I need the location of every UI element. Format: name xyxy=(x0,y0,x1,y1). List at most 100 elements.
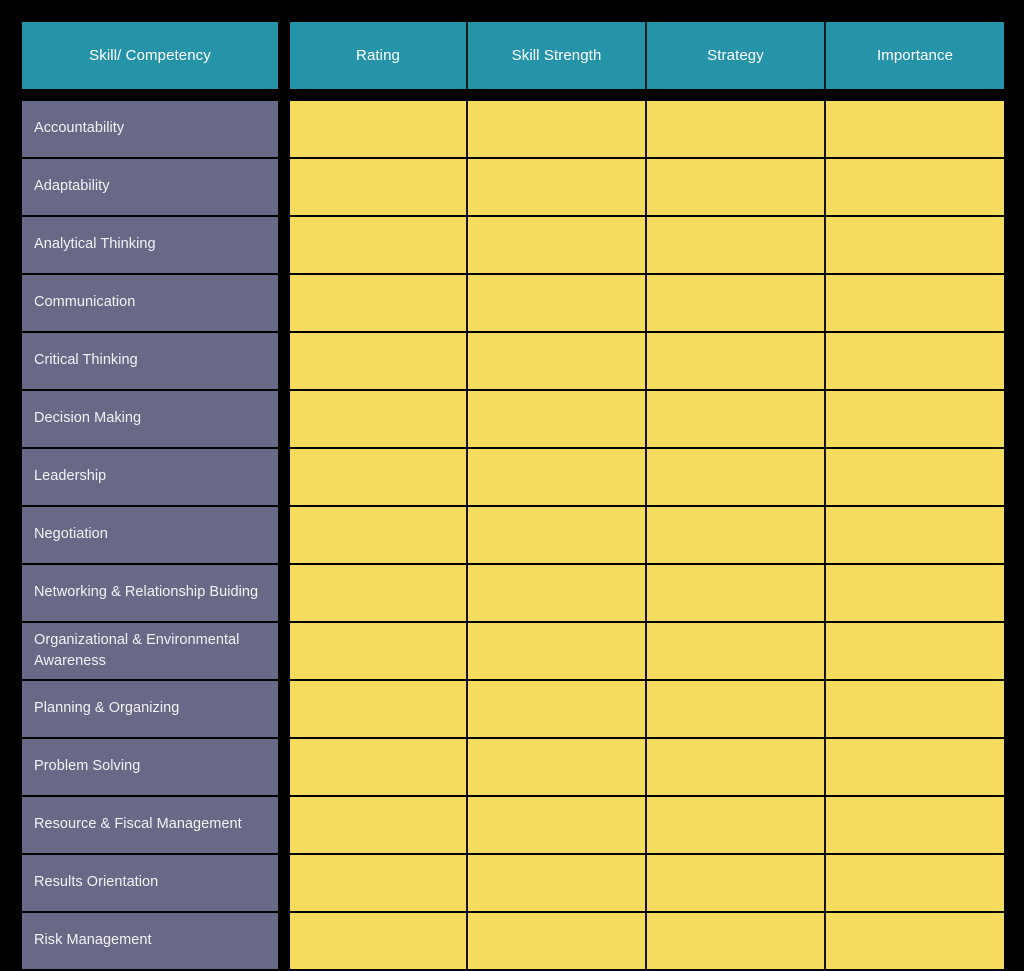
skill-name-label: Organizational & Environmental Awareness xyxy=(34,631,240,669)
strategy-cell[interactable] xyxy=(647,855,824,911)
table-row: Planning & Organizing xyxy=(0,681,1024,737)
column-header-group: Rating Skill Strength Strategy Importanc… xyxy=(290,22,1004,89)
skill-strength-cell[interactable] xyxy=(468,507,645,563)
strategy-cell[interactable] xyxy=(647,101,824,157)
rating-cell[interactable] xyxy=(290,623,466,679)
skill-strength-cell[interactable] xyxy=(468,275,645,331)
importance-cell[interactable] xyxy=(826,507,1004,563)
importance-cell[interactable] xyxy=(826,797,1004,853)
row-input-cells xyxy=(290,681,1004,737)
skill-name-cell[interactable]: Organizational & Environmental Awareness xyxy=(22,623,278,679)
skill-name-label: Accountability xyxy=(34,120,125,137)
skill-strength-cell[interactable] xyxy=(468,333,645,389)
rating-cell[interactable] xyxy=(290,333,466,389)
rating-cell[interactable] xyxy=(290,855,466,911)
skill-strength-cell[interactable] xyxy=(468,623,645,679)
table-row: Leadership xyxy=(0,449,1024,505)
importance-cell[interactable] xyxy=(826,217,1004,273)
importance-cell[interactable] xyxy=(826,681,1004,737)
rating-cell[interactable] xyxy=(290,739,466,795)
skill-strength-cell[interactable] xyxy=(468,739,645,795)
column-header-strategy[interactable]: Strategy xyxy=(647,22,824,89)
table-body: Accountability Adaptability Analytical Thi… xyxy=(0,101,1024,971)
table-row: Communication xyxy=(0,275,1024,331)
skill-strength-cell[interactable] xyxy=(468,159,645,215)
skill-strength-cell[interactable] xyxy=(468,913,645,969)
strategy-cell[interactable] xyxy=(647,739,824,795)
rating-cell[interactable] xyxy=(290,159,466,215)
skill-name-cell[interactable]: Decision Making xyxy=(22,391,278,447)
rating-cell[interactable] xyxy=(290,681,466,737)
skill-strength-cell[interactable] xyxy=(468,855,645,911)
strategy-cell[interactable] xyxy=(647,159,824,215)
rating-cell[interactable] xyxy=(290,565,466,621)
rating-cell[interactable] xyxy=(290,101,466,157)
skill-strength-cell[interactable] xyxy=(468,449,645,505)
rating-cell[interactable] xyxy=(290,797,466,853)
strategy-cell[interactable] xyxy=(647,217,824,273)
rating-cell[interactable] xyxy=(290,449,466,505)
strategy-cell[interactable] xyxy=(647,623,824,679)
skill-strength-cell[interactable] xyxy=(468,101,645,157)
skill-name-cell[interactable]: Communication xyxy=(22,275,278,331)
row-input-cells xyxy=(290,333,1004,389)
skill-name-label: Risk Management xyxy=(34,932,152,949)
importance-cell[interactable] xyxy=(826,623,1004,679)
row-input-cells xyxy=(290,391,1004,447)
strategy-cell[interactable] xyxy=(647,333,824,389)
skill-strength-cell[interactable] xyxy=(468,217,645,273)
strategy-cell[interactable] xyxy=(647,449,824,505)
skill-name-cell[interactable]: Analytical Thinking xyxy=(22,217,278,273)
importance-cell[interactable] xyxy=(826,739,1004,795)
column-header-rating[interactable]: Rating xyxy=(290,22,466,89)
rating-cell[interactable] xyxy=(290,913,466,969)
importance-cell[interactable] xyxy=(826,275,1004,331)
skill-name-label: Adaptability xyxy=(34,178,110,195)
importance-cell[interactable] xyxy=(826,913,1004,969)
strategy-cell[interactable] xyxy=(647,275,824,331)
skill-name-cell[interactable]: Negotiation xyxy=(22,507,278,563)
skill-name-cell[interactable]: Results Orientation xyxy=(22,855,278,911)
column-header-skill-competency[interactable]: Skill/ Competency xyxy=(22,22,278,89)
row-input-cells xyxy=(290,101,1004,157)
strategy-cell[interactable] xyxy=(647,565,824,621)
skill-strength-cell[interactable] xyxy=(468,681,645,737)
importance-cell[interactable] xyxy=(826,101,1004,157)
skill-name-cell[interactable]: Resource & Fiscal Management xyxy=(22,797,278,853)
importance-cell[interactable] xyxy=(826,159,1004,215)
skill-strength-cell[interactable] xyxy=(468,797,645,853)
importance-cell[interactable] xyxy=(826,391,1004,447)
skill-name-cell[interactable]: Leadership xyxy=(22,449,278,505)
rating-cell[interactable] xyxy=(290,391,466,447)
importance-cell[interactable] xyxy=(826,855,1004,911)
skill-name-cell[interactable]: Risk Management xyxy=(22,913,278,969)
skill-name-cell[interactable]: Networking & Relationship Buiding xyxy=(22,565,278,621)
strategy-cell[interactable] xyxy=(647,797,824,853)
skill-name-label: Communication xyxy=(34,294,136,311)
rating-cell[interactable] xyxy=(290,507,466,563)
rating-cell[interactable] xyxy=(290,217,466,273)
strategy-cell[interactable] xyxy=(647,391,824,447)
importance-cell[interactable] xyxy=(826,333,1004,389)
importance-cell[interactable] xyxy=(826,565,1004,621)
importance-cell[interactable] xyxy=(826,449,1004,505)
column-header-importance[interactable]: Importance xyxy=(826,22,1004,89)
skill-name-cell[interactable]: Accountability xyxy=(22,101,278,157)
skill-strength-cell[interactable] xyxy=(468,391,645,447)
column-header-label: Strategy xyxy=(707,46,764,64)
skill-name-cell[interactable]: Problem Solving xyxy=(22,739,278,795)
table-row: Decision Making xyxy=(0,391,1024,447)
skill-competency-matrix: Skill/ Competency Rating Skill Strength … xyxy=(0,0,1024,969)
strategy-cell[interactable] xyxy=(647,681,824,737)
table-row: Critical Thinking xyxy=(0,333,1024,389)
skill-strength-cell[interactable] xyxy=(468,565,645,621)
strategy-cell[interactable] xyxy=(647,913,824,969)
skill-name-cell[interactable]: Adaptability xyxy=(22,159,278,215)
skill-name-cell[interactable]: Planning & Organizing xyxy=(22,681,278,737)
skill-name-cell[interactable]: Critical Thinking xyxy=(22,333,278,389)
rating-cell[interactable] xyxy=(290,275,466,331)
table-row: Analytical Thinking xyxy=(0,217,1024,273)
strategy-cell[interactable] xyxy=(647,507,824,563)
column-header-skill-strength[interactable]: Skill Strength xyxy=(468,22,645,89)
table-row: Problem Solving xyxy=(0,739,1024,795)
